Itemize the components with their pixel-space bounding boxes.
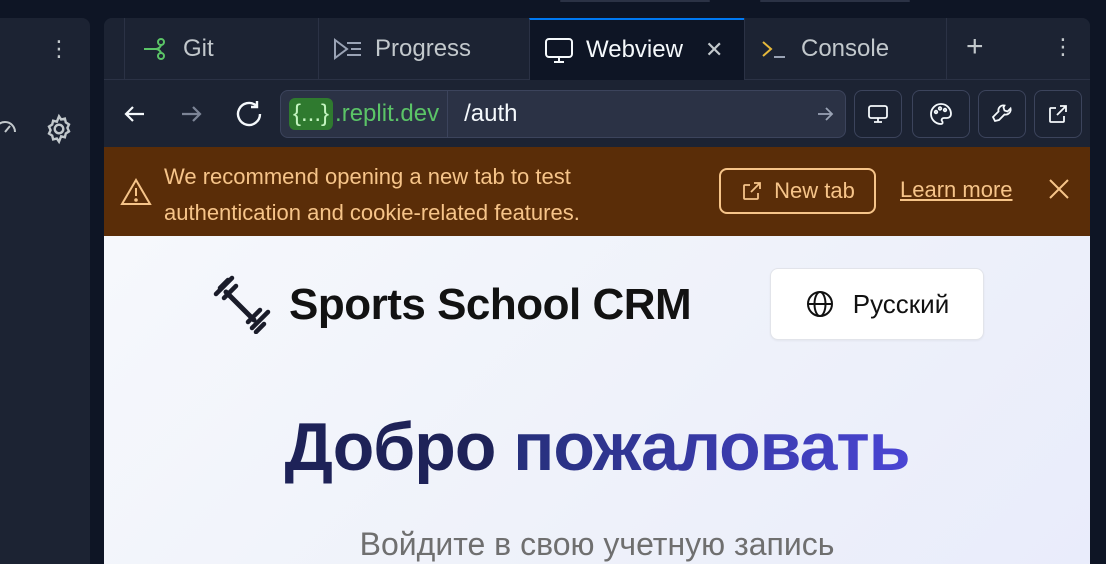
left-side-panel: ⋮ xyxy=(0,18,90,564)
tab-label: Progress xyxy=(375,35,472,62)
app-window: ⋮ Git Progress Webview ✕ Console + ⋮ {..… xyxy=(0,0,1106,564)
gear-icon[interactable] xyxy=(43,113,75,145)
back-button[interactable] xyxy=(118,97,152,131)
webview-content: Sports School CRM Русский Добро пожалова… xyxy=(104,236,1090,564)
domain-placeholder-badge: {...} xyxy=(289,98,334,130)
welcome-word-2: пожаловать xyxy=(513,409,910,485)
language-label: Русский xyxy=(852,288,950,319)
forward-button[interactable] xyxy=(174,97,208,131)
domain-suffix: .replit.dev xyxy=(335,100,440,127)
close-banner-icon[interactable] xyxy=(1046,176,1072,202)
workspace-panel: Git Progress Webview ✕ Console + ⋮ {...}… xyxy=(104,18,1090,564)
git-icon xyxy=(141,34,171,64)
devtools-button[interactable] xyxy=(978,90,1026,138)
wrench-icon xyxy=(991,104,1012,123)
add-tab-icon[interactable]: + xyxy=(966,32,984,62)
more-options-icon[interactable]: ⋮ xyxy=(1052,36,1074,58)
external-link-icon xyxy=(743,182,762,200)
tab-divider xyxy=(946,18,947,80)
learn-more-link[interactable]: Learn more xyxy=(900,177,1013,203)
brand-title: Sports School CRM xyxy=(289,280,692,329)
monitor-icon xyxy=(544,35,574,65)
welcome-heading: Добро пожаловать xyxy=(104,408,1090,486)
monitor-icon xyxy=(868,105,888,123)
arrow-right-icon xyxy=(182,106,202,122)
arrow-right-icon xyxy=(818,107,834,121)
url-path-input[interactable]: /auth xyxy=(448,100,805,128)
tab-label: Console xyxy=(801,35,890,62)
console-icon xyxy=(759,34,789,64)
url-domain: {...} .replit.dev xyxy=(281,91,449,137)
open-external-button[interactable] xyxy=(1034,90,1082,138)
progress-icon xyxy=(333,34,363,64)
tab-bar: Git Progress Webview ✕ Console + ⋮ xyxy=(104,18,1090,80)
tab-git[interactable]: Git xyxy=(124,18,318,80)
webview-toolbar: {...} .replit.dev /auth xyxy=(104,81,1090,147)
arrow-left-icon xyxy=(124,106,144,122)
palette-icon xyxy=(930,103,952,125)
reload-icon xyxy=(236,101,262,127)
warning-icon xyxy=(120,178,152,205)
gauge-icon[interactable] xyxy=(0,114,18,140)
login-subtitle: Войдите в свою учетную запись xyxy=(359,526,835,562)
welcome-word-1: Добро xyxy=(284,409,496,485)
top-strip-fragment xyxy=(560,0,710,2)
close-tab-icon[interactable]: ✕ xyxy=(705,37,723,63)
new-tab-label: New tab xyxy=(774,178,855,203)
navigate-button[interactable] xyxy=(805,104,845,124)
tab-console[interactable]: Console xyxy=(744,18,946,80)
new-tab-button[interactable]: New tab xyxy=(719,168,876,214)
reload-button[interactable] xyxy=(232,97,266,131)
tab-webview[interactable]: Webview ✕ xyxy=(529,18,744,80)
banner-message: We recommend opening a new tab to test a… xyxy=(164,164,580,225)
dumbbell-logo-icon xyxy=(213,275,271,334)
more-options-icon[interactable]: ⋮ xyxy=(48,38,70,60)
device-preview-button[interactable] xyxy=(854,90,902,138)
url-bar[interactable]: {...} .replit.dev /auth xyxy=(280,90,846,138)
language-selector[interactable]: Русский xyxy=(770,268,984,340)
globe-icon xyxy=(806,291,833,317)
top-strip-fragment xyxy=(760,0,910,2)
auth-warning-banner: We recommend opening a new tab to test a… xyxy=(104,147,1090,236)
theme-button[interactable] xyxy=(912,90,970,138)
tab-progress[interactable]: Progress xyxy=(318,18,529,80)
external-link-icon xyxy=(1049,105,1067,123)
tab-label: Git xyxy=(183,35,214,62)
tab-label: Webview xyxy=(586,36,683,63)
